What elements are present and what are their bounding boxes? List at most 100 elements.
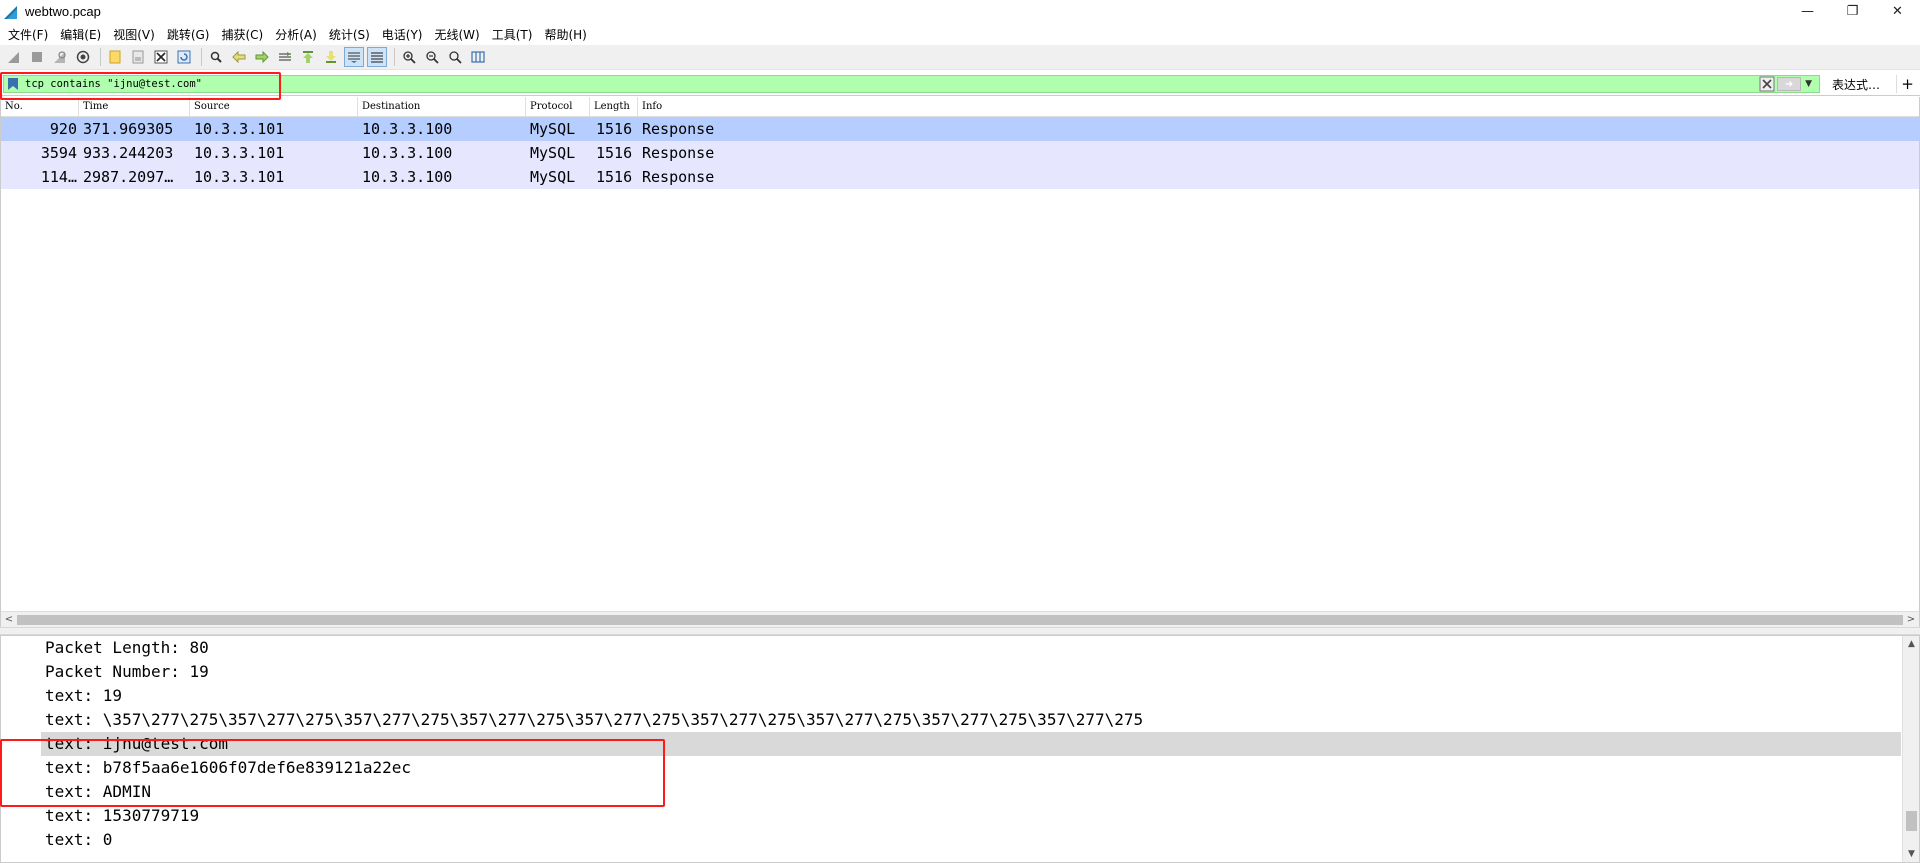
packet-time: 371.969305 [83, 120, 174, 138]
detail-line[interactable]: text: 19 [1, 684, 1901, 708]
resize-columns-icon[interactable] [468, 47, 488, 67]
filter-bookmark-icon[interactable] [7, 77, 19, 91]
close-file-icon[interactable] [151, 47, 171, 67]
packet-info: Response [642, 144, 715, 162]
packet-destination: 10.3.3.100 [362, 120, 453, 138]
find-packet-icon[interactable] [206, 47, 226, 67]
toolbar-separator [100, 48, 101, 66]
scrollbar-thumb[interactable] [1906, 811, 1917, 831]
column-header-protocol[interactable]: Protocol [526, 97, 590, 117]
column-header-length[interactable]: Length [590, 97, 638, 117]
stop-capture-icon[interactable] [27, 47, 47, 67]
packet-length: 1516 [596, 120, 633, 138]
scroll-left-icon[interactable]: < [1, 612, 17, 628]
packet-list: No. Time Source Destination Protocol Len… [0, 97, 1920, 627]
packet-details-pane: Packet Length: 80 Packet Number: 19 text… [0, 635, 1920, 863]
packet-list-header: No. Time Source Destination Protocol Len… [1, 97, 1919, 117]
scroll-up-icon[interactable]: ▲ [1903, 636, 1919, 652]
detail-line[interactable]: text: 1530779719 [1, 804, 1901, 828]
detail-line-highlighted[interactable]: text: ijnu@test.com [41, 732, 1901, 756]
packet-protocol: MySQL [530, 144, 576, 162]
close-button[interactable]: ✕ [1875, 0, 1920, 23]
menu-file[interactable]: 文件(F) [2, 26, 54, 43]
go-first-icon[interactable] [298, 47, 318, 67]
menu-capture[interactable]: 捕获(C) [215, 26, 269, 43]
packet-length: 1516 [596, 144, 633, 162]
filter-history-dropdown-icon[interactable]: ▼ [1805, 79, 1812, 89]
pane-splitter[interactable] [0, 627, 1920, 635]
detail-line[interactable]: Packet Length: 80 [1, 636, 1901, 660]
packet-list-horizontal-scrollbar[interactable]: < > [1, 611, 1919, 627]
menu-tools[interactable]: 工具(T) [486, 26, 539, 43]
menu-telephony[interactable]: 电话(Y) [376, 26, 429, 43]
go-to-packet-icon[interactable] [275, 47, 295, 67]
window-title: webtwo.pcap [25, 4, 101, 19]
menu-statistics[interactable]: 统计(S) [323, 26, 376, 43]
packet-protocol: MySQL [530, 120, 576, 138]
packet-protocol: MySQL [530, 168, 576, 186]
detail-line[interactable]: text: \357\277\275\357\277\275\357\277\2… [1, 708, 1901, 732]
detail-line[interactable]: text: 0 [1, 828, 1901, 852]
column-header-info[interactable]: Info [638, 97, 1919, 117]
menu-view[interactable]: 视图(V) [107, 26, 161, 43]
details-vertical-scrollbar[interactable]: ▲ ▼ [1902, 636, 1919, 862]
autoscroll-icon[interactable] [344, 47, 364, 67]
display-filter-bar: tcp contains "ijnu@test.com" ➜ ▼ 表达式… + [0, 72, 1920, 96]
packet-info: Response [642, 168, 715, 186]
scroll-right-icon[interactable]: > [1903, 612, 1919, 628]
go-forward-icon[interactable] [252, 47, 272, 67]
display-filter-text[interactable]: tcp contains "ijnu@test.com" [25, 78, 202, 90]
menu-analyze[interactable]: 分析(A) [269, 26, 323, 43]
menu-edit[interactable]: 编辑(E) [54, 26, 107, 43]
packet-row[interactable]: 3594 933.244203 10.3.3.101 10.3.3.100 My… [1, 141, 1919, 165]
clear-filter-icon[interactable] [1759, 76, 1775, 92]
colorize-icon[interactable] [367, 47, 387, 67]
restart-capture-icon[interactable] [50, 47, 70, 67]
title-bar: webtwo.pcap — ❐ ✕ [0, 0, 1920, 23]
menu-go[interactable]: 跳转(G) [161, 26, 216, 43]
column-header-source[interactable]: Source [190, 97, 358, 117]
zoom-out-icon[interactable] [422, 47, 442, 67]
zoom-in-icon[interactable] [399, 47, 419, 67]
open-file-icon[interactable] [105, 47, 125, 67]
packet-source: 10.3.3.101 [194, 120, 285, 138]
menu-bar: 文件(F) 编辑(E) 视图(V) 跳转(G) 捕获(C) 分析(A) 统计(S… [0, 23, 1920, 45]
column-header-no[interactable]: No. [1, 97, 79, 117]
restore-button[interactable]: ❐ [1830, 0, 1875, 23]
window-controls: — ❐ ✕ [1785, 0, 1920, 23]
go-last-icon[interactable] [321, 47, 341, 67]
packet-destination: 10.3.3.100 [362, 168, 453, 186]
packet-destination: 10.3.3.100 [362, 144, 453, 162]
main-toolbar [0, 45, 1920, 70]
go-back-icon[interactable] [229, 47, 249, 67]
minimize-button[interactable]: — [1785, 0, 1830, 23]
detail-line[interactable]: text: ADMIN [1, 780, 1901, 804]
add-filter-button[interactable]: + [1896, 75, 1918, 93]
wireshark-fin-icon [4, 5, 17, 19]
filter-tools: ➜ ▼ 表达式… + [1759, 72, 1920, 96]
toolbar-separator [394, 48, 395, 66]
zoom-normal-icon[interactable] [445, 47, 465, 67]
packet-time: 933.244203 [83, 144, 174, 162]
detail-line[interactable]: Packet Number: 19 [1, 660, 1901, 684]
display-filter-input[interactable]: tcp contains "ijnu@test.com" [3, 75, 1820, 93]
apply-filter-icon[interactable]: ➜ [1777, 77, 1802, 91]
column-header-time[interactable]: Time [79, 97, 190, 117]
packet-info: Response [642, 120, 715, 138]
packet-source: 10.3.3.101 [194, 144, 285, 162]
packet-row[interactable]: 920 371.969305 10.3.3.101 10.3.3.100 MyS… [1, 117, 1919, 141]
expression-button[interactable]: 表达式… [1826, 76, 1886, 93]
menu-help[interactable]: 帮助(H) [538, 26, 592, 43]
packet-row[interactable]: 114… 2987.2097… 10.3.3.101 10.3.3.100 My… [1, 165, 1919, 189]
column-header-destination[interactable]: Destination [358, 97, 526, 117]
reload-file-icon[interactable] [174, 47, 194, 67]
start-capture-icon[interactable] [4, 47, 24, 67]
scroll-down-icon[interactable]: ▼ [1903, 846, 1919, 862]
scrollbar-thumb[interactable] [17, 615, 1903, 625]
detail-line[interactable]: text: b78f5aa6e1606f07def6e839121a22ec [1, 756, 1901, 780]
capture-options-icon[interactable] [73, 47, 93, 67]
packet-time: 2987.2097… [83, 168, 174, 186]
menu-wireless[interactable]: 无线(W) [429, 26, 486, 43]
save-file-icon[interactable] [128, 47, 148, 67]
packet-no: 114… [40, 168, 77, 186]
